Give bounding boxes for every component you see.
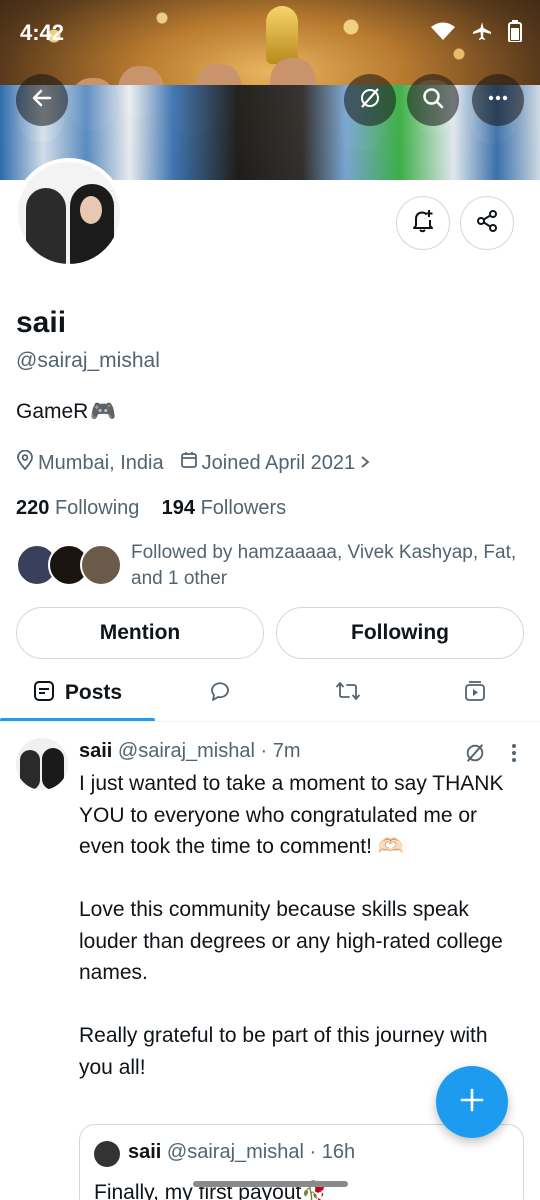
share-icon — [475, 209, 499, 238]
profile-location: Mumbai, India — [38, 451, 164, 474]
search-button[interactable] — [407, 74, 459, 126]
tab-media[interactable] — [410, 665, 540, 721]
following-label: Following — [54, 497, 140, 519]
quote-avatar — [94, 1141, 120, 1167]
followers-count: 194 — [161, 497, 196, 519]
quote-handle: @sairaj_mishal — [166, 1141, 304, 1163]
post-author[interactable]: saii — [79, 740, 112, 762]
notifications-button[interactable] — [396, 196, 450, 250]
share-button[interactable] — [460, 196, 514, 250]
more-icon — [486, 86, 510, 115]
search-icon — [421, 86, 445, 115]
quoted-post[interactable]: saii @sairaj_mishal · 16h Finally, my fi… — [79, 1124, 524, 1200]
tab-posts[interactable]: Posts — [0, 665, 155, 721]
followed-by-text: Followed by hamzaaaaa, Vivek Kashyap, Fa… — [131, 542, 517, 589]
plus-icon — [458, 1086, 486, 1119]
followers-link[interactable]: 194 Followers — [162, 497, 287, 519]
tabs-divider — [0, 721, 540, 722]
profile-handle: @sairaj_mishal — [16, 349, 160, 372]
wifi-icon — [430, 21, 456, 47]
following-count: 220 — [16, 497, 50, 519]
post-handle: @sairaj_mishal — [117, 740, 255, 762]
quote-header: saii @sairaj_mishal · 16h — [128, 1141, 355, 1164]
post-header: saii @sairaj_mishal · 7m — [79, 740, 301, 763]
quote-time: · 16h — [309, 1141, 356, 1163]
post-time: · 7m — [260, 740, 301, 762]
following-link[interactable]: 220 Following — [16, 497, 139, 519]
mention-button[interactable]: Mention — [16, 607, 264, 659]
profile-avatar[interactable] — [14, 158, 124, 268]
profile-name: saii — [16, 306, 67, 339]
back-arrow-icon — [30, 86, 54, 115]
tab-posts-label: Posts — [64, 681, 123, 704]
grok-icon[interactable] — [464, 742, 486, 769]
tab-replies[interactable] — [155, 665, 285, 721]
back-button[interactable] — [16, 74, 68, 126]
more-options-button[interactable] — [472, 74, 524, 126]
post-more-icon[interactable] — [504, 742, 524, 769]
chevron-right-icon — [359, 452, 371, 475]
reply-icon — [208, 679, 232, 708]
following-button[interactable]: Following — [276, 607, 524, 659]
location-icon — [16, 449, 34, 476]
grok-button[interactable] — [344, 74, 396, 126]
profile-tabs: Posts — [0, 665, 540, 722]
grok-icon — [358, 86, 382, 115]
follow-stats: 220 Following 194 Followers — [16, 497, 286, 520]
followed-by[interactable]: Followed by hamzaaaaa, Vivek Kashyap, Fa… — [16, 540, 526, 592]
status-time: 4:42 — [20, 20, 65, 45]
media-icon — [463, 679, 487, 708]
status-bar: 4:42 — [0, 0, 540, 64]
calendar-icon — [180, 451, 198, 475]
home-indicator[interactable] — [193, 1181, 348, 1187]
bio-emoji: 🎮 — [90, 400, 117, 423]
notification-add-icon — [410, 208, 436, 239]
profile-bio: GameR 🎮 — [16, 400, 117, 424]
tab-reposts[interactable] — [285, 665, 410, 721]
battery-icon — [508, 20, 522, 48]
avatar — [80, 544, 122, 586]
bio-text: GameR — [16, 400, 89, 423]
post-avatar[interactable] — [16, 738, 68, 790]
profile-joined: Joined April 2021 — [201, 451, 356, 474]
airplane-icon — [472, 21, 492, 47]
profile-meta: Mumbai, India Joined April 2021 — [16, 449, 381, 476]
followers-label: Followers — [200, 497, 287, 519]
repost-icon — [335, 679, 361, 708]
post-text: I just wanted to take a moment to say TH… — [79, 772, 504, 1079]
posts-icon — [33, 680, 55, 707]
joined-date-link[interactable]: Joined April 2021 — [180, 451, 371, 475]
compose-button[interactable] — [436, 1066, 508, 1138]
quote-author: saii — [128, 1141, 162, 1163]
